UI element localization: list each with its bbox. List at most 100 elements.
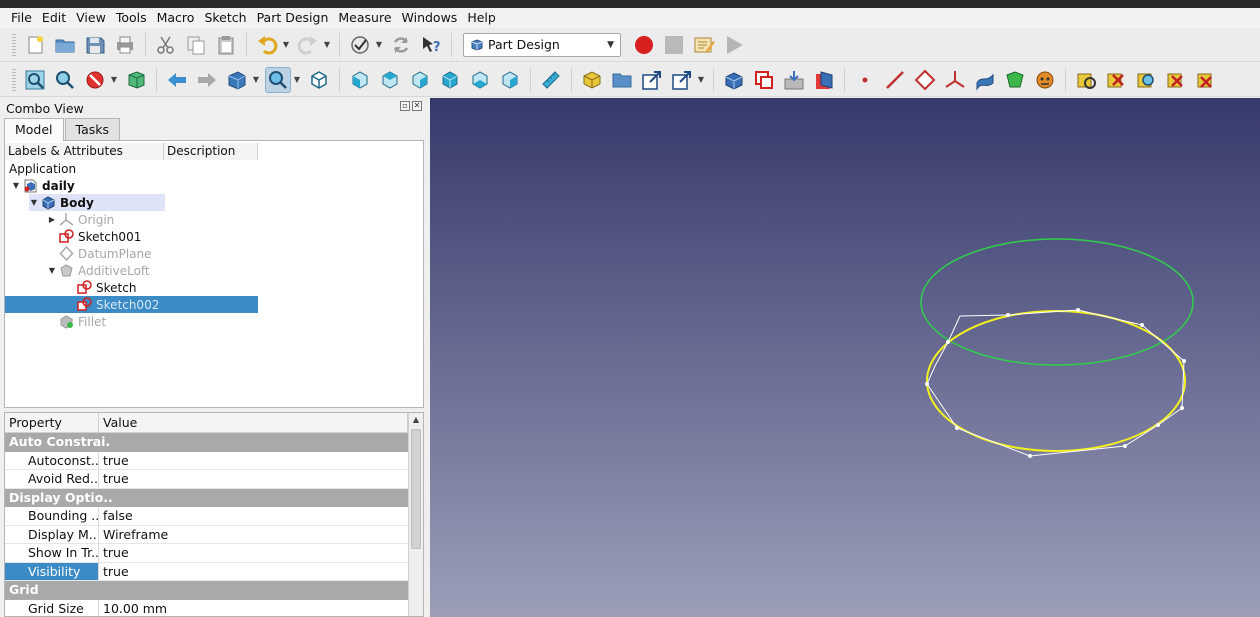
tab-tasks[interactable]: Tasks: [64, 118, 121, 140]
std-views-dropdown-arrow[interactable]: ▼: [252, 67, 260, 93]
macro-execute-button[interactable]: [721, 32, 747, 58]
pocket-button[interactable]: [1032, 67, 1058, 93]
sketch-vertex[interactable]: [1123, 444, 1127, 448]
macro-edit-button[interactable]: [691, 32, 717, 58]
save-document-button[interactable]: [82, 32, 108, 58]
open-document-button[interactable]: [52, 32, 78, 58]
tree-item-datumplane[interactable]: DatumPlane: [57, 245, 152, 262]
workbench-selector[interactable]: Part Design ▼: [463, 32, 621, 57]
view-rear-button[interactable]: [437, 67, 463, 93]
datum-plane-button[interactable]: [912, 67, 938, 93]
tree-item-daily[interactable]: ▼ daily: [11, 177, 75, 194]
macro-record-button[interactable]: [631, 32, 657, 58]
toolbar-grip[interactable]: [12, 68, 16, 91]
draw-style-toggle-button[interactable]: [347, 32, 373, 58]
property-value[interactable]: false: [99, 507, 408, 526]
property-value[interactable]: true: [99, 452, 408, 470]
link-actions-button[interactable]: [669, 67, 695, 93]
zoom-dropdown-arrow[interactable]: ▼: [293, 67, 301, 93]
redo-dropdown-arrow[interactable]: ▼: [323, 32, 331, 58]
whats-this-button[interactable]: ?: [418, 32, 444, 58]
bounding-box-button[interactable]: [123, 67, 149, 93]
draw-style-dropdown-arrow[interactable]: ▼: [375, 32, 383, 58]
new-document-button[interactable]: [22, 32, 48, 58]
create-datum-button[interactable]: [811, 67, 837, 93]
menu-part-design[interactable]: Part Design: [252, 8, 334, 28]
view-right-button[interactable]: [407, 67, 433, 93]
copy-button[interactable]: [183, 32, 209, 58]
print-button[interactable]: [112, 32, 138, 58]
sketch-vertex[interactable]: [1076, 308, 1080, 312]
expand-arrow-icon[interactable]: ▼: [47, 266, 57, 275]
property-value[interactable]: true: [99, 544, 408, 563]
tab-model[interactable]: Model: [4, 118, 64, 141]
property-row-selected[interactable]: Visibility true: [5, 562, 408, 581]
property-group-auto-constraints[interactable]: Auto Constrai.: [5, 433, 408, 452]
sub-shape-binder-button[interactable]: [751, 67, 777, 93]
additive-pad-button[interactable]: [972, 67, 998, 93]
refresh-button[interactable]: [388, 32, 414, 58]
remove-axes-button[interactable]: [1163, 67, 1189, 93]
menu-edit[interactable]: Edit: [37, 8, 71, 28]
expand-arrow-icon[interactable]: ▶: [47, 215, 57, 224]
sketch-vertex[interactable]: [946, 340, 950, 344]
shape-binder-button[interactable]: [721, 67, 747, 93]
cut-button[interactable]: [153, 32, 179, 58]
view-isometric-button[interactable]: [306, 67, 332, 93]
menu-measure[interactable]: Measure: [333, 8, 396, 28]
undo-dropdown-arrow[interactable]: ▼: [282, 32, 290, 58]
tree-item-origin[interactable]: ▶ Origin: [47, 211, 114, 228]
property-row[interactable]: Autoconst... true: [5, 451, 408, 470]
view-bottom-button[interactable]: [467, 67, 493, 93]
menu-help[interactable]: Help: [462, 8, 501, 28]
local-cs-button[interactable]: [942, 67, 968, 93]
tree-item-sketch[interactable]: Sketch: [75, 279, 136, 296]
view-left-button[interactable]: [497, 67, 523, 93]
property-value[interactable]: Wireframe: [99, 526, 408, 544]
expand-arrow-icon[interactable]: ▼: [29, 198, 39, 207]
paste-button[interactable]: [213, 32, 239, 58]
macro-stop-button[interactable]: [661, 32, 687, 58]
property-value[interactable]: true: [99, 470, 408, 489]
property-row[interactable]: Show In Tr... true: [5, 544, 408, 563]
scroll-up-arrow-icon[interactable]: ▲: [409, 413, 423, 427]
fit-all-button[interactable]: [22, 67, 48, 93]
datum-point-button[interactable]: [852, 67, 878, 93]
tree-item-additiveloft[interactable]: ▼ AdditiveLoft: [47, 262, 150, 279]
float-panel-icon[interactable]: ▫: [400, 101, 410, 111]
sketch002-circle[interactable]: [926, 310, 1186, 452]
zoom-box-button[interactable]: [265, 66, 291, 93]
datum-line-button[interactable]: [882, 67, 908, 93]
sketch-vertex[interactable]: [1006, 313, 1010, 317]
menu-view[interactable]: View: [71, 8, 111, 28]
close-icon[interactable]: ✕: [412, 101, 422, 111]
fit-selection-button[interactable]: [52, 67, 78, 93]
find-errors-button[interactable]: [1133, 67, 1159, 93]
menu-windows[interactable]: Windows: [397, 8, 463, 28]
property-value[interactable]: true: [99, 563, 408, 581]
property-row[interactable]: Avoid Red... true: [5, 470, 408, 489]
tree-item-body[interactable]: ▼ Body: [29, 194, 165, 211]
tree-item-fillet[interactable]: Fillet: [57, 313, 106, 330]
sketch-vertex[interactable]: [1182, 359, 1186, 363]
view-top-button[interactable]: [377, 67, 403, 93]
sketch-vertex[interactable]: [1140, 323, 1144, 327]
3d-viewport[interactable]: [430, 98, 1260, 617]
sketch-vertex[interactable]: [925, 382, 929, 386]
column-property[interactable]: Property: [5, 413, 99, 432]
measure-distance-button[interactable]: [538, 67, 564, 93]
menu-sketch[interactable]: Sketch: [199, 8, 251, 28]
scrollbar-thumb[interactable]: [411, 429, 421, 549]
expand-arrow-icon[interactable]: ▼: [11, 181, 21, 190]
view-front-button[interactable]: [347, 67, 373, 93]
sketch-vertex[interactable]: [1156, 423, 1160, 427]
link-dropdown-arrow[interactable]: ▼: [697, 67, 705, 93]
additive-loft-button[interactable]: [1002, 67, 1028, 93]
menu-macro[interactable]: Macro: [152, 8, 200, 28]
sketch-vertex[interactable]: [1028, 454, 1032, 458]
create-body-button[interactable]: [579, 67, 605, 93]
std-views-button[interactable]: [224, 67, 250, 93]
property-row[interactable]: Display M... Wireframe: [5, 525, 408, 544]
close-shape-button[interactable]: [1103, 67, 1129, 93]
validate-sketch-button[interactable]: [1073, 67, 1099, 93]
